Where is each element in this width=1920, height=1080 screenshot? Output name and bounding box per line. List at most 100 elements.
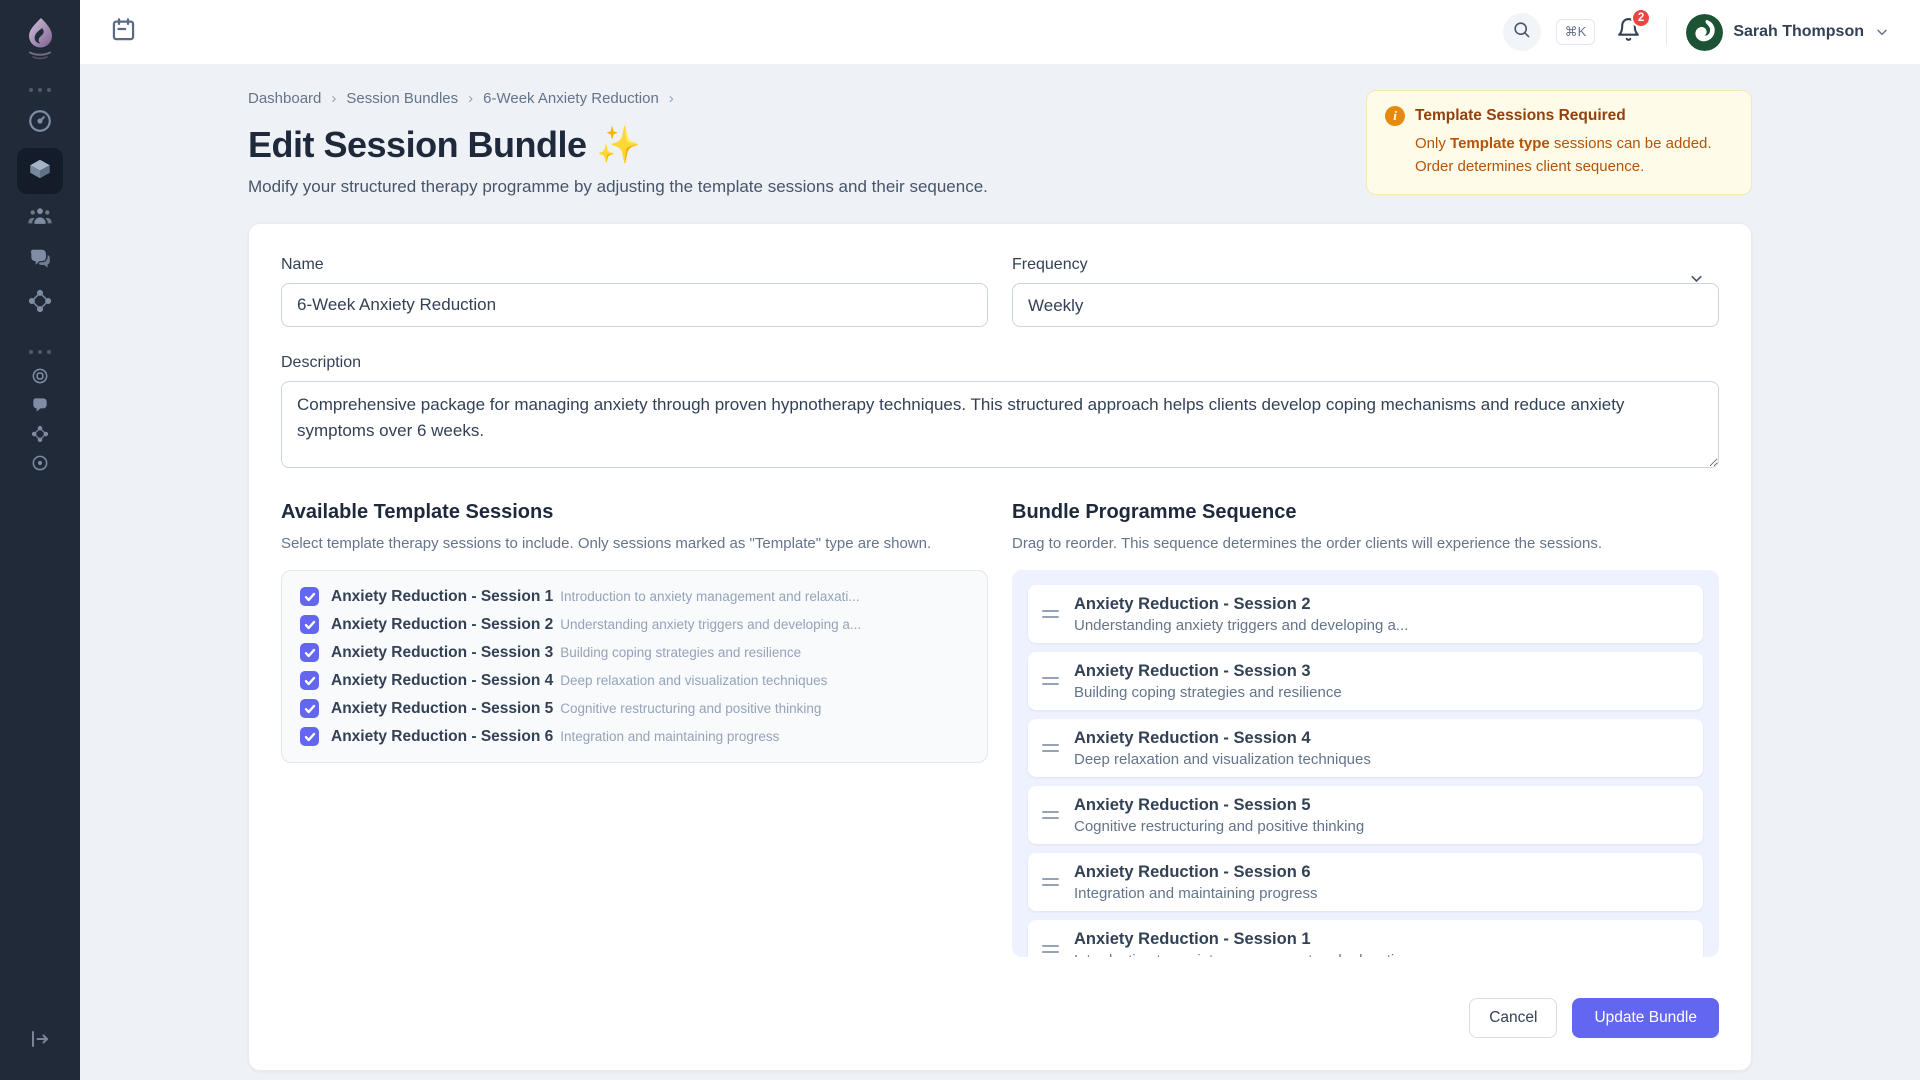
name-label: Name — [281, 256, 988, 274]
record-circle-icon — [30, 453, 50, 478]
drag-handle-icon[interactable] — [1042, 673, 1059, 689]
sidebar-item-session-bundles[interactable] — [17, 148, 63, 194]
sequence-title: Anxiety Reduction - Session 3 — [1074, 662, 1342, 681]
page-subtitle: Modify your structured therapy programme… — [248, 177, 988, 197]
sequence-description: Deep relaxation and visualization techni… — [1074, 751, 1371, 768]
search-button[interactable] — [1503, 13, 1541, 51]
available-sessions-subtitle: Select template therapy sessions to incl… — [281, 535, 988, 552]
session-checkbox-row[interactable]: Anxiety Reduction - Session 2Understandi… — [300, 615, 969, 634]
keyboard-shortcut-badge: ⌘K — [1556, 19, 1596, 45]
session-checkbox-row[interactable]: Anxiety Reduction - Session 1 Introductio… — [300, 587, 969, 606]
breadcrumb-separator-icon: › — [331, 90, 336, 107]
clients-people-icon — [27, 204, 53, 235]
form-actions: Cancel Update Bundle — [281, 980, 1719, 1038]
session-checkbox-row[interactable]: Anxiety Reduction - Session 5Cognitive r… — [300, 699, 969, 718]
notifications-button[interactable]: 2 — [1616, 17, 1641, 47]
sequence-description: Understanding anxiety triggers and devel… — [1074, 617, 1408, 634]
sidebar-item-record[interactable] — [17, 451, 63, 480]
sequence-title: Anxiety Reduction - Session 5 — [1074, 796, 1364, 815]
sequence-description: Cognitive restructuring and positive thi… — [1074, 818, 1364, 835]
sidebar-item-messages[interactable] — [17, 240, 63, 282]
sidebar-item-clients[interactable] — [17, 198, 63, 240]
sidebar-collapse-button[interactable] — [19, 1020, 61, 1062]
search-icon — [1512, 20, 1531, 44]
session-title: Anxiety Reduction - Session 5 — [331, 700, 553, 717]
user-menu[interactable]: Sarah Thompson — [1686, 14, 1890, 51]
checkbox-checked-icon[interactable] — [300, 643, 319, 662]
sequence-card[interactable]: Anxiety Reduction - Session 5 Cognitive … — [1028, 786, 1703, 844]
sparkles-icon: ✨ — [596, 124, 640, 165]
sequence-description: Integration and maintaining progress — [1074, 885, 1318, 902]
drag-handle-icon[interactable] — [1042, 740, 1059, 756]
sequence-description: Introduction to anxiety management and r… — [1074, 952, 1407, 958]
breadcrumb: Dashboard › Session Bundles › 6-Week Anx… — [248, 90, 988, 107]
description-textarea[interactable]: Comprehensive package for managing anxie… — [281, 381, 1719, 468]
session-title: Anxiety Reduction - Session 4 — [331, 672, 553, 689]
user-name: Sarah Thompson — [1733, 23, 1864, 41]
sequence-description: Building coping strategies and resilienc… — [1074, 684, 1342, 701]
topbar: ⌘K 2 — [80, 0, 1920, 64]
checkbox-checked-icon[interactable] — [300, 699, 319, 718]
frequency-select[interactable]: Weekly — [1012, 283, 1719, 327]
sequence-card[interactable]: Anxiety Reduction - Session 4 Deep relax… — [1028, 719, 1703, 777]
chevron-down-icon — [1874, 24, 1890, 40]
topbar-divider — [1666, 19, 1667, 45]
session-title: Anxiety Reduction - Session 2 — [331, 616, 553, 633]
session-checkbox-row[interactable]: Anxiety Reduction - Session 6Integration… — [300, 727, 969, 746]
sequence-card[interactable]: Anxiety Reduction - Session 3 Building c… — [1028, 652, 1703, 710]
app-logo[interactable] — [16, 14, 64, 62]
sequence-card[interactable]: Anxiety Reduction - Session 1 Introducti… — [1028, 920, 1703, 957]
messages-chat-icon — [27, 246, 53, 277]
session-checkbox-row[interactable]: Anxiety Reduction - Session 4 Deep relaxa… — [300, 671, 969, 690]
sidebar-dots-divider-2 — [29, 350, 51, 354]
drag-handle-icon[interactable] — [1042, 941, 1059, 957]
template-sessions-alert: i Template Sessions Required Only Templa… — [1366, 90, 1752, 195]
breadcrumb-link[interactable]: Session Bundles — [346, 90, 458, 107]
chat-small-icon — [30, 395, 50, 420]
bundles-cube-icon — [27, 156, 53, 187]
sequence-title: Anxiety Reduction - Session 2 — [1074, 595, 1408, 614]
sequence-title: Anxiety Reduction - Session 4 — [1074, 729, 1371, 748]
sidebar-item-nodes-small[interactable] — [17, 422, 63, 451]
available-sessions-list: Anxiety Reduction - Session 1 Introductio… — [281, 570, 988, 763]
name-input[interactable] — [281, 283, 988, 327]
session-description: Introduction to anxiety management and r… — [560, 589, 859, 604]
drag-handle-icon[interactable] — [1042, 807, 1059, 823]
checkbox-checked-icon[interactable] — [300, 587, 319, 606]
sidebar-item-target[interactable] — [17, 364, 63, 393]
checkbox-checked-icon[interactable] — [300, 671, 319, 690]
session-title: Anxiety Reduction - Session 3 — [331, 644, 553, 661]
sidebar-item-chat-small[interactable] — [17, 393, 63, 422]
avatar — [1686, 14, 1723, 51]
sequence-card[interactable]: Anxiety Reduction - Session 6 Integratio… — [1028, 853, 1703, 911]
sidebar-item-network[interactable] — [17, 282, 63, 324]
checkbox-checked-icon[interactable] — [300, 727, 319, 746]
sequence-title: Anxiety Reduction - Session 6 — [1074, 863, 1318, 882]
edit-bundle-form-card: Name Frequency Weekly — [248, 223, 1752, 1071]
dashboard-gauge-icon — [27, 108, 53, 139]
update-bundle-button[interactable]: Update Bundle — [1572, 998, 1719, 1038]
breadcrumb-link[interactable]: Dashboard — [248, 90, 321, 107]
bundle-sequence-subtitle: Drag to reorder. This sequence determine… — [1012, 535, 1719, 552]
sidebar-dots-divider — [29, 88, 51, 92]
available-sessions-heading: Available Template Sessions — [281, 501, 988, 524]
breadcrumb-separator-icon: › — [669, 90, 674, 107]
description-label: Description — [281, 354, 1719, 372]
sidebar-item-dashboard[interactable] — [17, 102, 63, 144]
session-checkbox-row[interactable]: Anxiety Reduction - Session 3Building co… — [300, 643, 969, 662]
drag-handle-icon[interactable] — [1042, 874, 1059, 890]
drag-handle-icon[interactable] — [1042, 606, 1059, 622]
session-title: Anxiety Reduction - Session 1 — [331, 588, 553, 605]
bundle-sequence-heading: Bundle Programme Sequence — [1012, 501, 1719, 524]
session-description: Deep relaxation and visualization techni… — [560, 673, 827, 688]
collapse-sidebar-icon — [28, 1027, 52, 1056]
nodes-small-icon — [30, 424, 50, 449]
sequence-card[interactable]: Anxiety Reduction - Session 2 Understand… — [1028, 585, 1703, 643]
bell-icon — [1616, 29, 1641, 46]
bundle-sequence-section: Bundle Programme Sequence Drag to reorde… — [1012, 501, 1719, 957]
calendar-icon[interactable] — [110, 16, 137, 48]
breadcrumb-link[interactable]: 6-Week Anxiety Reduction — [483, 90, 659, 107]
checkbox-checked-icon[interactable] — [300, 615, 319, 634]
cancel-button[interactable]: Cancel — [1469, 998, 1557, 1038]
sequence-title: Anxiety Reduction - Session 1 — [1074, 930, 1407, 949]
